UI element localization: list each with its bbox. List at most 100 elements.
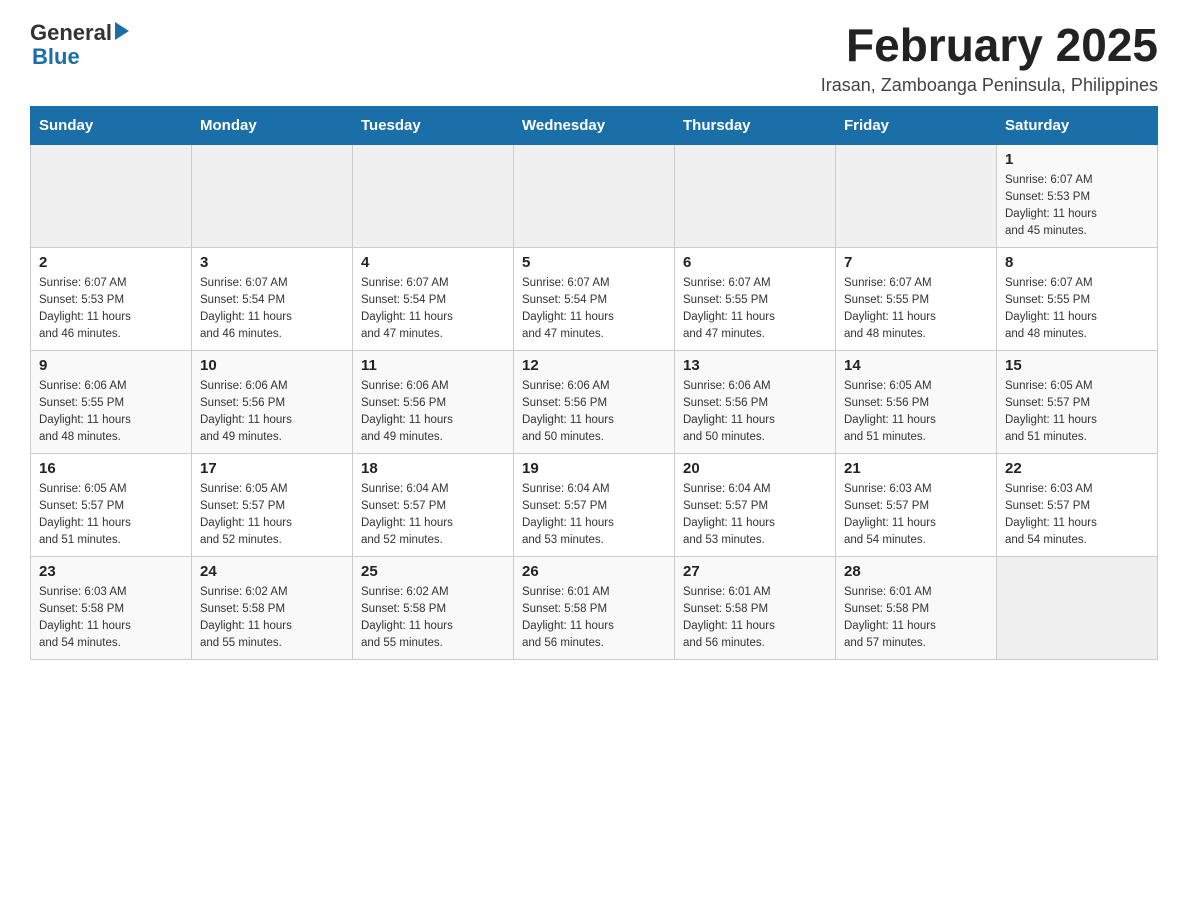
calendar-cell: 27 Sunrise: 6:01 AM Sunset: 5:58 PM Dayli… <box>675 556 836 659</box>
day-number: 10 <box>200 357 344 374</box>
day-number: 6 <box>683 254 827 271</box>
calendar-cell <box>353 144 514 247</box>
day-info: Sunrise: 6:02 AM Sunset: 5:58 PM Dayligh… <box>200 584 344 653</box>
day-number: 20 <box>683 460 827 477</box>
calendar-week-row: 1 Sunrise: 6:07 AM Sunset: 5:53 PM Daylig… <box>31 144 1158 247</box>
calendar-cell <box>192 144 353 247</box>
calendar-cell: 16 Sunrise: 6:05 AM Sunset: 5:57 PM Dayli… <box>31 453 192 556</box>
calendar-cell <box>675 144 836 247</box>
day-header-sunday: Sunday <box>31 106 192 144</box>
day-number: 17 <box>200 460 344 477</box>
day-info: Sunrise: 6:06 AM Sunset: 5:56 PM Dayligh… <box>361 378 505 447</box>
day-number: 22 <box>1005 460 1149 477</box>
day-number: 21 <box>844 460 988 477</box>
day-header-wednesday: Wednesday <box>514 106 675 144</box>
day-info: Sunrise: 6:01 AM Sunset: 5:58 PM Dayligh… <box>844 584 988 653</box>
day-number: 26 <box>522 563 666 580</box>
day-info: Sunrise: 6:01 AM Sunset: 5:58 PM Dayligh… <box>683 584 827 653</box>
day-number: 16 <box>39 460 183 477</box>
logo-arrow-icon <box>115 22 129 40</box>
calendar-cell: 14 Sunrise: 6:05 AM Sunset: 5:56 PM Dayli… <box>836 350 997 453</box>
day-info: Sunrise: 6:05 AM Sunset: 5:57 PM Dayligh… <box>200 481 344 550</box>
day-info: Sunrise: 6:05 AM Sunset: 5:57 PM Dayligh… <box>39 481 183 550</box>
day-info: Sunrise: 6:07 AM Sunset: 5:54 PM Dayligh… <box>522 275 666 344</box>
day-number: 9 <box>39 357 183 374</box>
day-number: 11 <box>361 357 505 374</box>
title-area: February 2025 Irasan, Zamboanga Peninsul… <box>821 20 1158 96</box>
day-info: Sunrise: 6:07 AM Sunset: 5:55 PM Dayligh… <box>844 275 988 344</box>
day-number: 19 <box>522 460 666 477</box>
day-number: 23 <box>39 563 183 580</box>
day-info: Sunrise: 6:07 AM Sunset: 5:54 PM Dayligh… <box>361 275 505 344</box>
calendar-table: SundayMondayTuesdayWednesdayThursdayFrid… <box>30 106 1158 660</box>
calendar-cell: 5 Sunrise: 6:07 AM Sunset: 5:54 PM Daylig… <box>514 247 675 350</box>
day-number: 24 <box>200 563 344 580</box>
day-number: 2 <box>39 254 183 271</box>
calendar-cell: 25 Sunrise: 6:02 AM Sunset: 5:58 PM Dayli… <box>353 556 514 659</box>
day-number: 14 <box>844 357 988 374</box>
calendar-cell <box>31 144 192 247</box>
calendar-cell: 17 Sunrise: 6:05 AM Sunset: 5:57 PM Dayli… <box>192 453 353 556</box>
calendar-week-row: 2 Sunrise: 6:07 AM Sunset: 5:53 PM Daylig… <box>31 247 1158 350</box>
calendar-cell <box>836 144 997 247</box>
calendar-cell: 12 Sunrise: 6:06 AM Sunset: 5:56 PM Dayli… <box>514 350 675 453</box>
calendar-cell: 26Sunrise: 6:01 AM Sunset: 5:58 PM Dayli… <box>514 556 675 659</box>
calendar-cell: 9 Sunrise: 6:06 AM Sunset: 5:55 PM Daylig… <box>31 350 192 453</box>
day-info: Sunrise: 6:03 AM Sunset: 5:57 PM Dayligh… <box>1005 481 1149 550</box>
calendar-week-row: 9 Sunrise: 6:06 AM Sunset: 5:55 PM Daylig… <box>31 350 1158 453</box>
day-info: Sunrise: 6:07 AM Sunset: 5:53 PM Dayligh… <box>1005 172 1149 241</box>
day-header-friday: Friday <box>836 106 997 144</box>
calendar-cell: 8Sunrise: 6:07 AM Sunset: 5:55 PM Daylig… <box>997 247 1158 350</box>
day-header-thursday: Thursday <box>675 106 836 144</box>
day-info: Sunrise: 6:07 AM Sunset: 5:53 PM Dayligh… <box>39 275 183 344</box>
day-number: 28 <box>844 563 988 580</box>
day-info: Sunrise: 6:06 AM Sunset: 5:56 PM Dayligh… <box>200 378 344 447</box>
calendar-cell: 2 Sunrise: 6:07 AM Sunset: 5:53 PM Daylig… <box>31 247 192 350</box>
calendar-cell <box>997 556 1158 659</box>
calendar-cell: 6Sunrise: 6:07 AM Sunset: 5:55 PM Daylig… <box>675 247 836 350</box>
day-info: Sunrise: 6:06 AM Sunset: 5:55 PM Dayligh… <box>39 378 183 447</box>
header: General Blue February 2025 Irasan, Zambo… <box>30 20 1158 96</box>
day-number: 4 <box>361 254 505 271</box>
day-info: Sunrise: 6:07 AM Sunset: 5:54 PM Dayligh… <box>200 275 344 344</box>
day-number: 5 <box>522 254 666 271</box>
day-info: Sunrise: 6:05 AM Sunset: 5:57 PM Dayligh… <box>1005 378 1149 447</box>
day-header-saturday: Saturday <box>997 106 1158 144</box>
day-number: 12 <box>522 357 666 374</box>
day-number: 15 <box>1005 357 1149 374</box>
calendar-cell: 19 Sunrise: 6:04 AM Sunset: 5:57 PM Dayli… <box>514 453 675 556</box>
location-subtitle: Irasan, Zamboanga Peninsula, Philippines <box>821 75 1158 96</box>
day-header-monday: Monday <box>192 106 353 144</box>
day-info: Sunrise: 6:07 AM Sunset: 5:55 PM Dayligh… <box>1005 275 1149 344</box>
day-info: Sunrise: 6:04 AM Sunset: 5:57 PM Dayligh… <box>683 481 827 550</box>
day-header-tuesday: Tuesday <box>353 106 514 144</box>
day-number: 13 <box>683 357 827 374</box>
day-info: Sunrise: 6:04 AM Sunset: 5:57 PM Dayligh… <box>522 481 666 550</box>
day-number: 27 <box>683 563 827 580</box>
calendar-header-row: SundayMondayTuesdayWednesdayThursdayFrid… <box>31 106 1158 144</box>
calendar-cell: 13 Sunrise: 6:06 AM Sunset: 5:56 PM Dayli… <box>675 350 836 453</box>
calendar-cell: 18Sunrise: 6:04 AM Sunset: 5:57 PM Dayli… <box>353 453 514 556</box>
calendar-cell: 23Sunrise: 6:03 AM Sunset: 5:58 PM Dayli… <box>31 556 192 659</box>
day-info: Sunrise: 6:06 AM Sunset: 5:56 PM Dayligh… <box>683 378 827 447</box>
day-number: 18 <box>361 460 505 477</box>
calendar-cell: 24 Sunrise: 6:02 AM Sunset: 5:58 PM Dayli… <box>192 556 353 659</box>
calendar-cell: 3Sunrise: 6:07 AM Sunset: 5:54 PM Daylig… <box>192 247 353 350</box>
month-title: February 2025 <box>821 20 1158 71</box>
day-number: 25 <box>361 563 505 580</box>
calendar-cell <box>514 144 675 247</box>
day-info: Sunrise: 6:02 AM Sunset: 5:58 PM Dayligh… <box>361 584 505 653</box>
calendar-cell: 28 Sunrise: 6:01 AM Sunset: 5:58 PM Dayli… <box>836 556 997 659</box>
calendar-cell: 1 Sunrise: 6:07 AM Sunset: 5:53 PM Daylig… <box>997 144 1158 247</box>
calendar-cell: 4 Sunrise: 6:07 AM Sunset: 5:54 PM Daylig… <box>353 247 514 350</box>
calendar-cell: 11 Sunrise: 6:06 AM Sunset: 5:56 PM Dayli… <box>353 350 514 453</box>
calendar-cell: 7Sunrise: 6:07 AM Sunset: 5:55 PM Daylig… <box>836 247 997 350</box>
logo-general-text: General <box>30 20 112 46</box>
calendar-cell: 21Sunrise: 6:03 AM Sunset: 5:57 PM Dayli… <box>836 453 997 556</box>
calendar-cell: 10 Sunrise: 6:06 AM Sunset: 5:56 PM Dayli… <box>192 350 353 453</box>
calendar-cell: 20 Sunrise: 6:04 AM Sunset: 5:57 PM Dayli… <box>675 453 836 556</box>
day-info: Sunrise: 6:05 AM Sunset: 5:56 PM Dayligh… <box>844 378 988 447</box>
day-info: Sunrise: 6:06 AM Sunset: 5:56 PM Dayligh… <box>522 378 666 447</box>
day-number: 1 <box>1005 151 1149 168</box>
calendar-cell: 22 Sunrise: 6:03 AM Sunset: 5:57 PM Dayli… <box>997 453 1158 556</box>
